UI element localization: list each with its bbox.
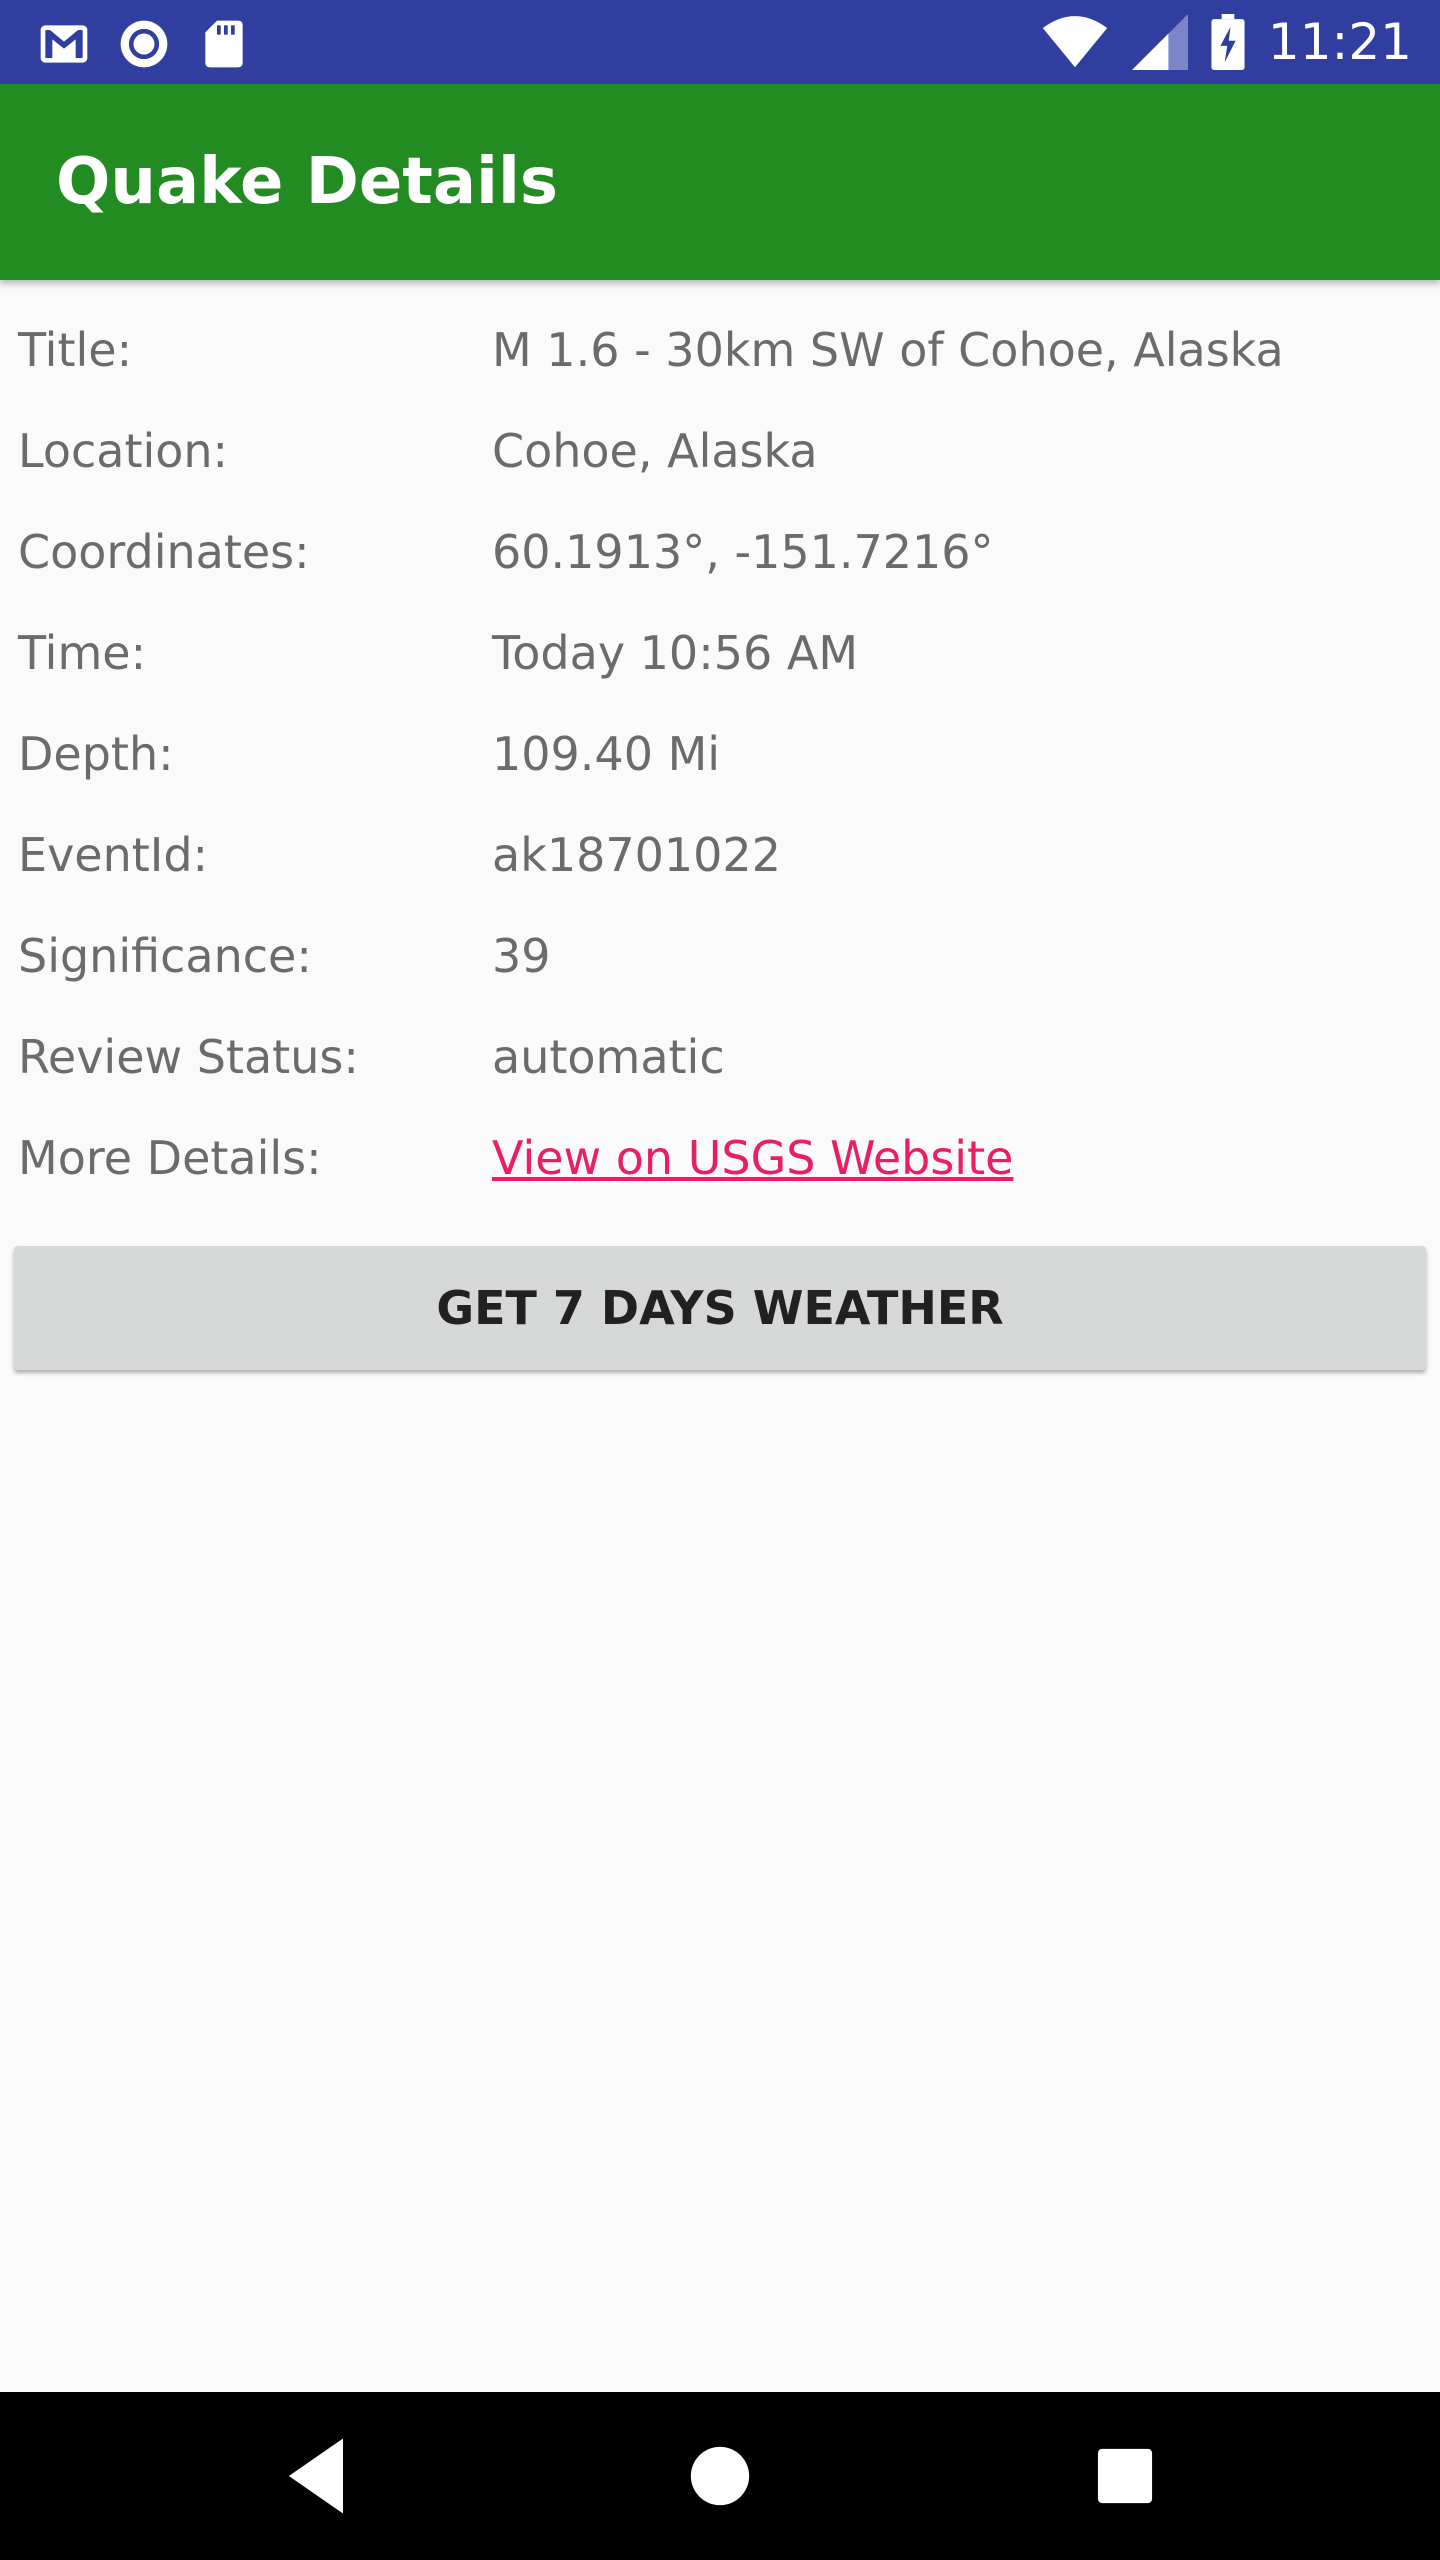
recents-icon[interactable]	[1075, 2426, 1175, 2526]
get-weather-button[interactable]: GET 7 DAYS WEATHER	[14, 1246, 1426, 1370]
navigation-bar	[0, 2392, 1440, 2560]
cell-signal-icon	[1131, 14, 1188, 70]
detail-row-depth: Depth: 109.40 Mi	[18, 704, 1422, 805]
detail-row-significance: Significance: 39	[18, 906, 1422, 1007]
radio-icon	[120, 20, 168, 68]
title-label: Title:	[18, 323, 133, 377]
time-value: Today 10:56 AM	[492, 626, 859, 680]
detail-row-location: Location: Cohoe, Alaska	[18, 401, 1422, 502]
detail-row-review-status: Review Status: automatic	[18, 1007, 1422, 1108]
location-label: Location:	[18, 424, 229, 478]
usgs-website-link[interactable]: View on USGS Website	[492, 1128, 1013, 1188]
time-label: Time:	[18, 626, 147, 680]
location-value: Cohoe, Alaska	[492, 424, 818, 478]
status-time: 11:21	[1267, 13, 1412, 71]
detail-row-event-id: EventId: ak18701022	[18, 805, 1422, 906]
more-details-label: More Details:	[18, 1131, 322, 1185]
battery-charging-icon	[1211, 14, 1245, 70]
coordinates-label: Coordinates:	[18, 525, 310, 579]
detail-row-time: Time: Today 10:56 AM	[18, 603, 1422, 704]
page-title: Quake Details	[56, 145, 558, 219]
depth-label: Depth:	[18, 727, 174, 781]
significance-value: 39	[492, 929, 551, 983]
quake-details-list: Title: M 1.6 - 30km SW of Cohoe, Alaska …	[18, 300, 1422, 1209]
sd-card-icon	[205, 20, 243, 68]
home-icon[interactable]	[670, 2426, 770, 2526]
wifi-icon	[1042, 16, 1108, 68]
status-bar: 11:21	[0, 0, 1440, 84]
significance-label: Significance:	[18, 929, 312, 983]
depth-value: 109.40 Mi	[492, 727, 721, 781]
detail-row-coordinates: Coordinates: 60.1913°, -151.7216°	[18, 502, 1422, 603]
title-value: M 1.6 - 30km SW of Cohoe, Alaska	[492, 323, 1284, 377]
event-id-value: ak18701022	[492, 828, 781, 882]
status-right-icons: 11:21	[1040, 14, 1412, 70]
review-status-value: automatic	[492, 1030, 725, 1084]
app-bar: Quake Details	[0, 84, 1440, 280]
status-left-icons	[36, 16, 252, 72]
review-status-label: Review Status:	[18, 1030, 359, 1084]
back-icon[interactable]	[268, 2426, 368, 2526]
coordinates-value: 60.1913°, -151.7216°	[492, 525, 994, 579]
detail-row-more-details: More Details: View on USGS Website	[18, 1108, 1422, 1209]
event-id-label: EventId:	[18, 828, 209, 882]
detail-row-title: Title: M 1.6 - 30km SW of Cohoe, Alaska	[18, 300, 1422, 401]
gmail-icon	[40, 25, 88, 63]
